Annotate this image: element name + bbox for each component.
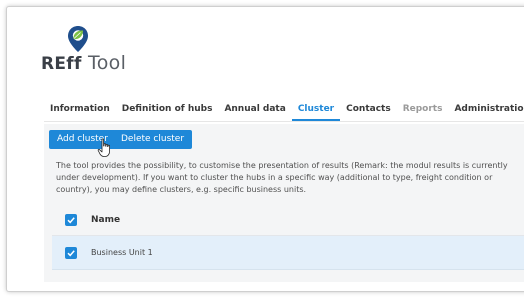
hand-pointer-icon (97, 138, 110, 157)
table-row[interactable]: Business Unit 1 (52, 236, 524, 270)
tab-reports[interactable]: Reports (397, 99, 449, 120)
tab-administration[interactable]: Administration (448, 99, 524, 120)
tab-bar: Information Definition of hubs Annual da… (44, 99, 524, 122)
select-all-checkbox[interactable] (65, 214, 77, 226)
app-logo-text: REff Tool (41, 52, 126, 74)
cluster-table: Name Business Unit 1 (52, 205, 524, 270)
cluster-description: The tool provides the possibility, to cu… (56, 161, 508, 194)
table-header-row: Name (52, 205, 524, 236)
app-logo: REff Tool (41, 25, 131, 77)
check-icon (67, 249, 75, 256)
cluster-name-cell: Business Unit 1 (91, 248, 153, 257)
check-icon (67, 217, 75, 224)
tab-definition-of-hubs[interactable]: Definition of hubs (116, 99, 219, 120)
tab-information[interactable]: Information (44, 99, 116, 120)
tab-cluster[interactable]: Cluster (291, 99, 341, 121)
delete-cluster-button[interactable]: Delete cluster (113, 130, 193, 149)
tab-annual-data[interactable]: Annual data (218, 99, 291, 120)
row-checkbox[interactable] (65, 246, 77, 259)
logo-reff-text: REff (41, 54, 82, 74)
app-window: REff Tool Information Definition of hubs… (6, 6, 524, 292)
map-pin-leaf-icon (68, 26, 88, 52)
logo-tool-text: Tool (88, 52, 127, 74)
cluster-panel: Add cluster Delete cluster The tool prov… (44, 124, 524, 282)
tab-contacts[interactable]: Contacts (340, 99, 397, 120)
column-header-name[interactable]: Name (91, 215, 120, 225)
